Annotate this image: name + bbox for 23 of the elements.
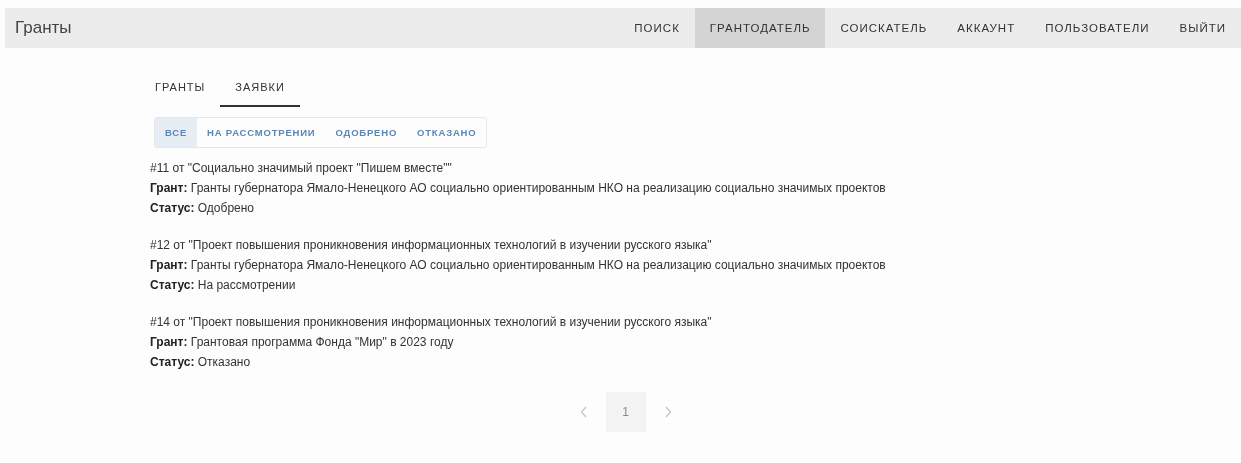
filter-button[interactable]: ОДОБРЕНО [325,118,408,147]
grant-line: Грант: Гранты губернатора Ямало-Ненецкого АО социально ориентированным НКО на реализацию социально значимых проектов [150,180,887,197]
chevron-icon [663,406,672,418]
nav-button[interactable]: АККАУНТ [942,8,1031,48]
nav-button[interactable]: ГРАНТОДАТЕЛЬ [694,8,826,48]
nav-button[interactable]: СОИСКАТЕЛЬ [825,8,943,48]
filter-button[interactable]: НА РАССМОТРЕНИИ [197,118,326,147]
status-line: Статус: Одобрено [150,200,256,217]
nav-button[interactable]: ПОИСК [619,8,695,48]
app-title: Гранты [14,17,72,39]
grant-line: Грант: Грантовая программа Фонда "Мир" в 2023 году [150,334,455,351]
tab[interactable]: ГРАНТЫ [140,68,221,107]
nav-button[interactable]: ВЫЙТИ [1164,8,1241,48]
status-line: Статус: На рассмотрении [150,277,297,294]
filter-button[interactable]: ОТКАЗАНО [407,118,487,147]
grant-line: Грант: Гранты губернатора Ямало-Ненецкого АО социально ориентированным НКО на реализацию социально значимых проектов [150,257,887,274]
application-title: #12 от "Проект повышения проникновения информационных технологий в изучении русского языка" [150,237,713,254]
chevron-icon [579,406,588,418]
application-title: #11 от "Социально значимый проект "Пишем вместе"" [150,160,453,177]
nav-button[interactable]: ПОЛЬЗОВАТЕЛИ [1030,8,1165,48]
tab[interactable]: ЗАЯВКИ [220,68,300,107]
status-line: Статус: Отказано [150,354,252,371]
application-title: #14 от "Проект повышения проникновения информационных технологий в изучении русского языка" [150,314,713,331]
